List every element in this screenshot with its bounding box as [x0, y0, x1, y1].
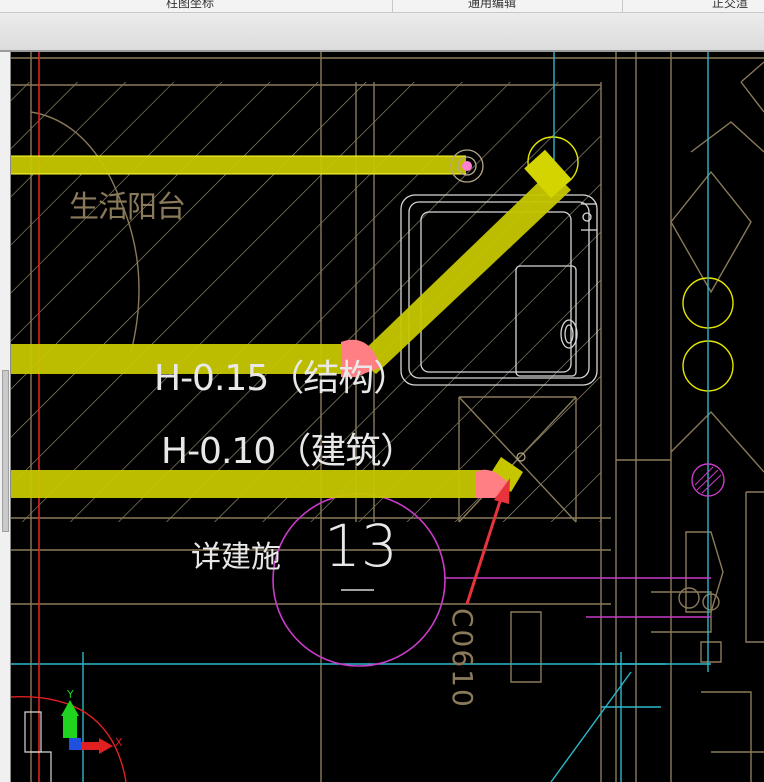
level-architecture-label: H-0.10（建筑）	[161, 431, 416, 472]
pipe-top[interactable]	[11, 156, 466, 174]
detail-note-label: 详建施	[191, 540, 281, 575]
tab-separator	[392, 0, 393, 12]
detail-number-label: 13	[324, 512, 398, 580]
level-structure-label: H-0.15（结构）	[154, 358, 409, 399]
drawing-canvas[interactable]: 生活阳台 H-0.15（结构） H-0.10（建筑） 详建施 13 C0610 …	[11, 52, 764, 782]
tab-column-coords[interactable]: 柱图坐标	[166, 0, 214, 10]
tab-separator	[622, 0, 623, 12]
left-dock-edge	[0, 52, 11, 782]
ribbon-tab-strip: 柱图坐标 通用编辑 正交渲	[0, 0, 764, 13]
toolbar-strip	[0, 13, 764, 52]
tab-ortho-render[interactable]: 正交渲	[712, 0, 748, 10]
pipe-bottom[interactable]	[11, 470, 483, 498]
scrollbar-thumb[interactable]	[2, 370, 9, 532]
window-code-label: C0610	[446, 608, 479, 709]
ucs-x-label: X	[115, 736, 123, 749]
tab-general-edit[interactable]: 通用编辑	[468, 0, 516, 10]
ucs-y-label: Y	[67, 688, 74, 701]
ucs-icon	[11, 696, 127, 782]
room-label: 生活阳台	[69, 190, 186, 225]
valve-point	[462, 161, 472, 171]
cad-drawing	[11, 52, 764, 782]
